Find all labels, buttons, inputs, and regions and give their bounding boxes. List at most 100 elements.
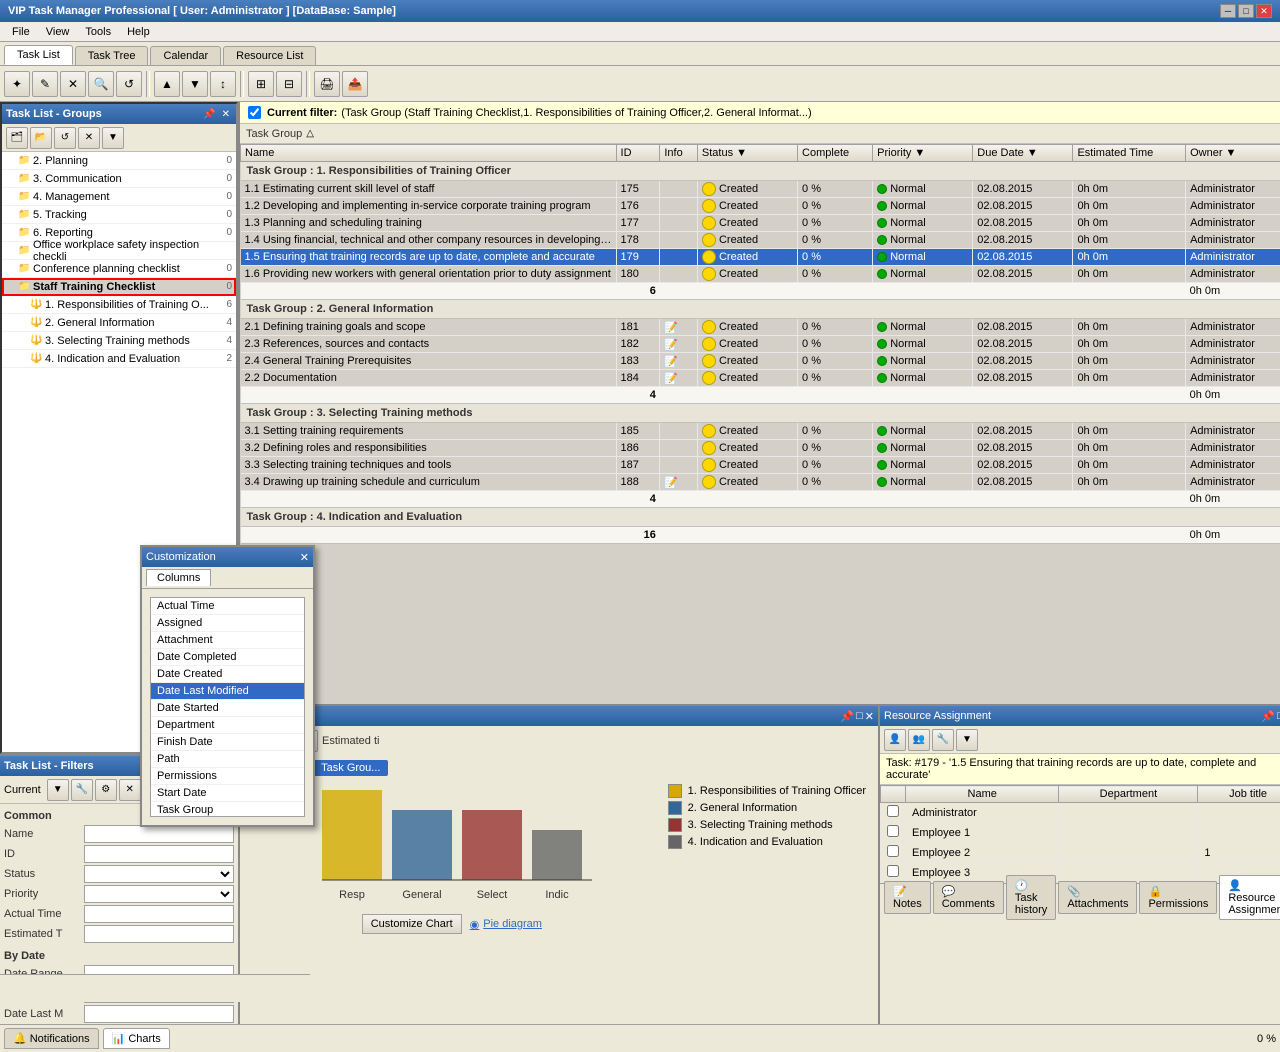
popup-columns-list[interactable]: Actual Time Assigned Attachment Date Com…: [150, 597, 305, 817]
col-info[interactable]: Info: [660, 145, 698, 162]
filter-id-input[interactable]: [84, 845, 234, 863]
delete-btn[interactable]: ✕: [60, 71, 86, 97]
tab-calendar[interactable]: Calendar: [150, 46, 221, 65]
table-row[interactable]: 3.2 Defining roles and responsibilities …: [241, 440, 1280, 457]
pie-diagram-link[interactable]: ◉ Pie diagram: [470, 918, 542, 931]
tab-permissions[interactable]: 🔒 Permissions: [1139, 881, 1217, 914]
popup-item-permissions[interactable]: Permissions: [151, 768, 304, 785]
table-row[interactable]: 3.3 Selecting training techniques and to…: [241, 457, 1280, 474]
col-name[interactable]: Name: [241, 145, 617, 162]
resource-checkbox[interactable]: [887, 805, 899, 817]
resource-row[interactable]: Administrator: [881, 803, 1280, 823]
edit-btn[interactable]: ✎: [32, 71, 58, 97]
table-row[interactable]: 2.2 Documentation 184 📝 Created 0 % Norm…: [241, 370, 1280, 387]
menu-tools[interactable]: Tools: [77, 24, 119, 40]
filter-priority-select[interactable]: [84, 885, 234, 903]
group-item-office[interactable]: 📁 Office workplace safety inspection che…: [2, 242, 236, 260]
resource-row[interactable]: Employee 1: [881, 823, 1280, 843]
popup-item-assigned[interactable]: Assigned: [151, 615, 304, 632]
group-item-tracking[interactable]: 📁 5. Tracking 0: [2, 206, 236, 224]
group-item-general[interactable]: 🔱 2. General Information 4: [2, 314, 236, 332]
charts-restore-btn[interactable]: □: [856, 710, 863, 723]
tab-attachments[interactable]: 📎 Attachments: [1058, 881, 1137, 914]
up-btn[interactable]: ▲: [154, 71, 180, 97]
resource-tool-2[interactable]: 👥: [908, 729, 930, 751]
customize-chart-btn[interactable]: Customize Chart: [362, 914, 462, 934]
groups-more-btn[interactable]: ▼: [102, 127, 124, 149]
col-status[interactable]: Status ▼: [697, 145, 797, 162]
popup-item-datestarted[interactable]: Date Started: [151, 700, 304, 717]
tab-notifications[interactable]: 🔔 Notifications: [4, 1028, 99, 1049]
group-item-management[interactable]: 📁 4. Management 0: [2, 188, 236, 206]
down-btn[interactable]: ▼: [182, 71, 208, 97]
table-row[interactable]: 2.4 General Training Prerequisites 183 📝…: [241, 353, 1280, 370]
groups-new-btn[interactable]: 🗂: [6, 127, 28, 149]
tab-comments[interactable]: 💬 Comments: [933, 881, 1004, 914]
popup-close-btn[interactable]: ✕: [300, 551, 309, 564]
close-btn[interactable]: ✕: [1256, 4, 1272, 18]
filter-status-select[interactable]: [84, 865, 234, 883]
table-row[interactable]: 1.4 Using financial, technical and other…: [241, 232, 1280, 249]
tab-task-list[interactable]: Task List: [4, 45, 73, 65]
filter-estimated-input[interactable]: [84, 925, 234, 943]
groups-pin-btn[interactable]: 📌: [201, 109, 217, 120]
groups-open-btn[interactable]: 📂: [30, 127, 52, 149]
tab-task-tree[interactable]: Task Tree: [75, 46, 149, 65]
popup-item-startdate[interactable]: Start Date: [151, 785, 304, 802]
group-item-indication[interactable]: 🔱 4. Indication and Evaluation 2: [2, 350, 236, 368]
table-row[interactable]: 1.3 Planning and scheduling training 177…: [241, 215, 1280, 232]
table-row[interactable]: 1.1 Estimating current skill level of st…: [241, 181, 1280, 198]
groups-refresh-btn[interactable]: ↺: [54, 127, 76, 149]
table-row[interactable]: 1.2 Developing and implementing in-servi…: [241, 198, 1280, 215]
col-duedate[interactable]: Due Date ▼: [973, 145, 1073, 162]
table-row[interactable]: 3.4 Drawing up training schedule and cur…: [241, 474, 1280, 491]
popup-item-datecompleted[interactable]: Date Completed: [151, 649, 304, 666]
data-level-button[interactable]: Task Grou...: [313, 760, 388, 776]
group-item-communication[interactable]: 📁 3. Communication 0: [2, 170, 236, 188]
group-item-staff[interactable]: 📁 Staff Training Checklist 0: [2, 278, 236, 296]
print-btn[interactable]: 🖨: [314, 71, 340, 97]
charts-pin-btn[interactable]: 📌: [840, 710, 854, 723]
popup-item-datelastmodified[interactable]: Date Last Modified: [151, 683, 304, 700]
col-owner[interactable]: Owner ▼: [1186, 145, 1280, 162]
filter-actual-input[interactable]: [84, 905, 234, 923]
task-grid-scroll[interactable]: Name ID Info Status ▼ Complete Priority …: [240, 144, 1280, 704]
table-row[interactable]: 2.1 Defining training goals and scope 18…: [241, 319, 1280, 336]
tab-notes[interactable]: 📝 Notes: [884, 881, 931, 914]
popup-item-path[interactable]: Path: [151, 751, 304, 768]
group-item-selecting[interactable]: 🔱 3. Selecting Training methods 4: [2, 332, 236, 350]
filter-btn2[interactable]: 🔧: [71, 779, 93, 801]
popup-item-datecreated[interactable]: Date Created: [151, 666, 304, 683]
resource-tool-1[interactable]: 👤: [884, 729, 906, 751]
table-row[interactable]: 2.3 References, sources and contacts 182…: [241, 336, 1280, 353]
maximize-btn[interactable]: □: [1238, 4, 1254, 18]
tab-task-history[interactable]: 🕐 Task history: [1006, 875, 1056, 920]
popup-item-finishdate[interactable]: Finish Date: [151, 734, 304, 751]
popup-item-department[interactable]: Department: [151, 717, 304, 734]
filter-name-input[interactable]: [84, 825, 234, 843]
popup-item-taskgroup[interactable]: Task Group: [151, 802, 304, 817]
filter-btn3[interactable]: ⚙: [95, 779, 117, 801]
menu-file[interactable]: File: [4, 24, 38, 40]
resource-checkbox[interactable]: [887, 865, 899, 877]
resource-tool-4[interactable]: ▼: [956, 729, 978, 751]
export-btn[interactable]: 📤: [342, 71, 368, 97]
table-row[interactable]: 1.5 Ensuring that training records are u…: [241, 249, 1280, 266]
col-esttime[interactable]: Estimated Time: [1073, 145, 1186, 162]
resource-tool-3[interactable]: 🔧: [932, 729, 954, 751]
filter-active-checkbox[interactable]: [248, 106, 261, 119]
menu-view[interactable]: View: [38, 24, 78, 40]
refresh-btn[interactable]: ↺: [116, 71, 142, 97]
filter-datelast-input[interactable]: [84, 1005, 234, 1023]
sort-btn[interactable]: ↕: [210, 71, 236, 97]
tab-resource-list[interactable]: Resource List: [223, 46, 316, 65]
filter-btn4[interactable]: ✕: [119, 779, 141, 801]
table-row[interactable]: 1.6 Providing new workers with general o…: [241, 266, 1280, 283]
menu-help[interactable]: Help: [119, 24, 158, 40]
tab-charts-bottom[interactable]: 📊 Charts: [103, 1028, 170, 1049]
col-priority[interactable]: Priority ▼: [873, 145, 973, 162]
resource-checkbox[interactable]: [887, 825, 899, 837]
ungroup-btn[interactable]: ⊟: [276, 71, 302, 97]
minimize-btn[interactable]: ─: [1220, 4, 1236, 18]
popup-item-attachment[interactable]: Attachment: [151, 632, 304, 649]
